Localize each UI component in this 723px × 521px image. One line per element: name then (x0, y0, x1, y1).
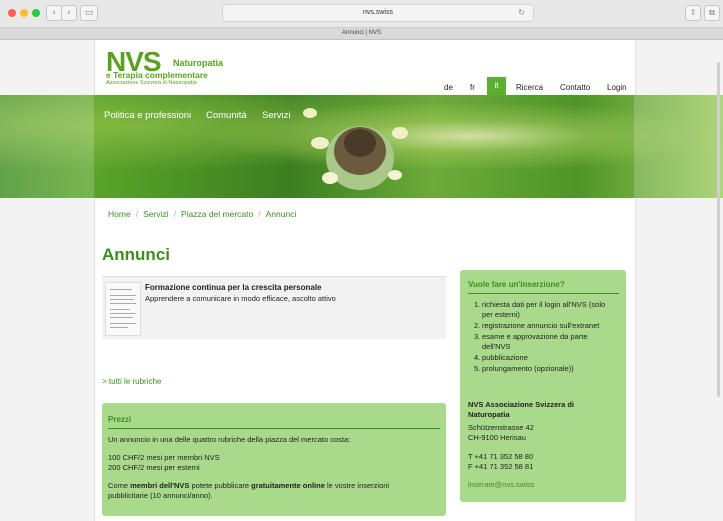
nav-comunita[interactable]: Comunità (206, 110, 247, 121)
breadcrumb-annunci[interactable]: Annunci (266, 209, 297, 219)
back-button[interactable]: ‹ (46, 5, 62, 21)
page-scrollbar[interactable] (717, 62, 720, 397)
prezzi-divider (108, 428, 440, 429)
thumbnail-line (110, 327, 128, 328)
breadcrumb-separator: / (258, 209, 261, 219)
inserzione-divider (468, 293, 619, 294)
prezzi-note: Come membri dell'NVS potete pubblicare g… (108, 481, 389, 491)
step-number: 5. (474, 364, 481, 373)
step-text: per esterni) (482, 310, 520, 319)
step-text: registrazione annuncio sull'extranet (482, 321, 600, 330)
prezzi-heading: Prezzi (108, 415, 132, 424)
step-item: 2. registrazione annuncio sull'extranet (468, 321, 626, 331)
tab-overview-button[interactable]: ⧉ (704, 5, 720, 21)
breadcrumb-separator: / (135, 209, 139, 219)
org-name-line: NVS Associazione Svizzera di (468, 400, 575, 409)
step-item: 4. pubblicazione (468, 353, 626, 363)
prezzi-box: Prezzi Un annuncio in una delle quattro … (102, 403, 446, 516)
thumbnail-line (110, 295, 136, 296)
minimize-window-button[interactable] (20, 9, 28, 17)
logo-association: Associazione Svizzera di Naturopatia (106, 80, 197, 86)
price-members: 100 CHF/2 mesi per membri NVS (108, 453, 220, 462)
step-number: 3. (474, 332, 481, 341)
prezzi-note-bold: gratuitamente online (251, 481, 325, 490)
prezzi-note-line2: pubblicitarie (10 annunci/anno). (108, 491, 213, 500)
thumbnail-line (110, 309, 130, 310)
ad-listing-item[interactable]: Formazione continua per la crescita pers… (102, 276, 446, 339)
address-city: CH-9100 Herisau (468, 433, 526, 442)
inserzione-box: Vuole fare un'inserzione? 1. richiesta da… (460, 270, 626, 502)
lang-it-link[interactable]: it (487, 77, 506, 95)
tab-bar: Annunci | NVS (0, 28, 723, 40)
prezzi-intro: Un annuncio in una delle quattro rubrich… (108, 435, 351, 444)
price-external: 200 CHF/2 mesi per esterni (108, 463, 200, 472)
phone-number: T +41 71 352 58 80 (468, 452, 534, 461)
org-name: NVS Associazione Svizzera di Naturopatia (468, 400, 618, 420)
prezzi-note-text: le vostre inserzioni (324, 481, 390, 490)
close-window-button[interactable] (8, 9, 16, 17)
email-link[interactable]: inserate@nvs.swiss (468, 480, 534, 489)
breadcrumb-separator: / (173, 209, 176, 219)
thumbnail-line (110, 289, 132, 290)
lang-fr-link[interactable]: fr (470, 80, 475, 96)
ricerca-link[interactable]: Ricerca (516, 80, 543, 96)
step-item: 1. richiesta dati per il login all'NVS (s… (468, 300, 626, 320)
browser-toolbar: ‹ › ▭ nvs.swiss ↻ ⇧ ⧉ (0, 0, 723, 28)
listing-title[interactable]: Formazione continua per la crescita pers… (145, 283, 322, 292)
org-name-line: Naturopatia (468, 410, 510, 419)
fax-number: F +41 71 352 58 81 (468, 462, 534, 471)
steps-list: 1. richiesta dati per il login all'NVS (s… (468, 300, 626, 375)
sidebar-toggle-button[interactable]: ▭ (80, 5, 98, 21)
breadcrumb-home[interactable]: Home (108, 209, 131, 219)
prezzi-note-text: potete pubblicare (189, 481, 252, 490)
reload-icon[interactable]: ↻ (518, 5, 525, 21)
logo-naturopatia: Naturopatia (173, 58, 224, 68)
inserzione-heading: Vuole fare un'inserzione? (468, 280, 565, 289)
step-number: 2. (474, 321, 481, 330)
thumbnail-line (110, 323, 136, 324)
logo-terapia: e Terapia complementare (106, 70, 208, 80)
step-text: prolungamento (opzionale)) (482, 364, 574, 373)
lang-de-link[interactable]: de (444, 80, 453, 96)
contatto-link[interactable]: Contatto (560, 80, 590, 96)
step-item: 5. prolungamento (opzionale)) (468, 364, 626, 374)
step-number: 4. (474, 353, 481, 362)
address-bar[interactable]: nvs.swiss ↻ (222, 4, 534, 22)
step-number: 1. (474, 300, 481, 309)
thumbnail-line (110, 299, 134, 300)
document-thumbnail[interactable] (105, 282, 141, 336)
banner-shade-left (0, 95, 94, 198)
zoom-window-button[interactable] (32, 9, 40, 17)
prezzi-note-text: Come (108, 481, 131, 490)
prezzi-note-bold: membri dell'NVS (130, 481, 190, 490)
thumbnail-line (110, 303, 136, 304)
step-text: esame e approvazione da parte (482, 332, 588, 341)
thumbnail-line (110, 317, 133, 318)
flower-image (303, 108, 408, 190)
step-item: 3. esame e approvazione da parte dell'NVS (468, 332, 626, 352)
nav-politica[interactable]: Politica e professioni (104, 110, 191, 121)
thumbnail-line (110, 313, 136, 314)
breadcrumb-piazza[interactable]: Piazza del mercato (181, 209, 253, 219)
login-link[interactable]: Login (607, 80, 627, 96)
forward-button[interactable]: › (61, 5, 77, 21)
breadcrumb-servizi[interactable]: Servizi (143, 209, 169, 219)
page-title: Annunci (102, 245, 170, 264)
listing-subtitle: Apprendere a comunicare in modo efficace… (145, 294, 336, 303)
banner-shade-right (634, 95, 723, 198)
step-text: richiesta dati per il login all'NVS (sol… (482, 300, 606, 309)
address-street: Schützenstrasse 42 (468, 423, 534, 432)
url-text: nvs.swiss (363, 9, 393, 16)
share-button[interactable]: ⇧ (685, 5, 701, 21)
nav-servizi[interactable]: Servizi (262, 110, 291, 121)
step-text: pubblicazione (482, 353, 528, 362)
step-text: dell'NVS (482, 342, 511, 351)
all-rubrics-link[interactable]: > tutti le rubriche (102, 377, 161, 386)
breadcrumb: Home / Servizi / Piazza del mercato / Annunci (108, 209, 296, 219)
tab-title[interactable]: Annunci | NVS (342, 30, 381, 36)
